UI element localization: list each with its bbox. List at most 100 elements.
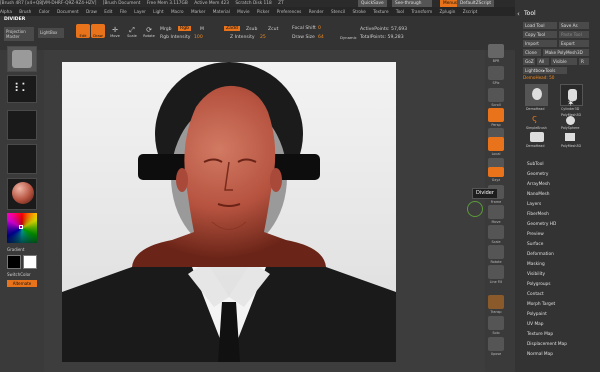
draw-button[interactable]: Draw (91, 24, 105, 38)
menu-item[interactable]: Color (39, 9, 50, 14)
gxyz-button[interactable] (488, 167, 504, 177)
projection-master-button[interactable]: Projection Master (4, 27, 34, 41)
menu-item[interactable]: File (120, 9, 127, 14)
secondary-color-swatch[interactable] (23, 255, 37, 269)
make-polymesh-button[interactable]: Make PolyMesh3D (543, 49, 589, 56)
texture-slot[interactable] (7, 144, 37, 174)
section-deformation[interactable]: Deformation (527, 252, 554, 257)
tool-panel-title[interactable]: Tool (524, 10, 536, 17)
section-polygroups[interactable]: Polygroups (527, 282, 551, 287)
menu-item[interactable]: Edit (104, 9, 112, 14)
section-geometry-hd[interactable]: Geometry HD (527, 222, 556, 227)
section-geometry[interactable]: Geometry (527, 172, 548, 177)
demohead-small-icon[interactable] (530, 132, 544, 142)
zadd-toggle[interactable]: Zadd (224, 26, 240, 31)
move-button[interactable]: ✛ Move (108, 26, 122, 40)
switch-color-button[interactable]: SwitchColor (7, 272, 31, 277)
scroll-button[interactable] (488, 88, 504, 102)
see-through-slider[interactable]: See-through (392, 0, 432, 7)
gradient-label[interactable]: Gradient (7, 247, 24, 252)
spix-button[interactable] (488, 66, 504, 80)
solo-button[interactable] (488, 316, 504, 330)
section-contact[interactable]: Contact (527, 292, 544, 297)
section-polypaint[interactable]: Polypaint (527, 312, 547, 317)
section-displacement-map[interactable]: Displacement Map (527, 342, 567, 347)
section-preview[interactable]: Preview (527, 232, 544, 237)
section-masking[interactable]: Masking (527, 262, 545, 267)
paste-tool-button[interactable]: Paste Tool (559, 31, 589, 38)
local-button[interactable] (488, 137, 504, 151)
menu-item[interactable]: Stroke (353, 9, 366, 14)
alpha-slot[interactable] (7, 110, 37, 140)
transp-button[interactable] (488, 295, 504, 309)
dynamic-toggle[interactable]: Dynamic (340, 35, 357, 40)
default-script-button[interactable]: DefaultZScript (457, 0, 495, 7)
menu-item[interactable]: Marker (191, 9, 205, 14)
menu-item[interactable]: Transform (411, 9, 432, 14)
menu-item[interactable]: Layer (134, 9, 146, 14)
save-as-button[interactable]: Save As (559, 22, 589, 29)
scale-view-button[interactable] (488, 225, 504, 239)
menu-item[interactable]: Macro (171, 9, 184, 14)
edit-button[interactable]: Edit (76, 24, 90, 38)
menu-item[interactable]: Draw (86, 9, 97, 14)
section-arraymesh[interactable]: ArrayMesh (527, 182, 550, 187)
section-subtool[interactable]: SubTool (527, 162, 544, 167)
rgb-toggle[interactable]: Rgb (178, 26, 192, 31)
section-uv-map[interactable]: UV Map (527, 322, 544, 327)
menu-item[interactable]: Light (153, 9, 163, 14)
xpose-button[interactable] (488, 337, 504, 351)
color-picker[interactable] (7, 213, 37, 243)
section-fibermesh[interactable]: FiberMesh (527, 212, 549, 217)
load-tool-button[interactable]: Load Tool (523, 22, 557, 29)
section-morph-target[interactable]: Morph Target (527, 302, 555, 307)
rotate-view-button[interactable] (488, 245, 504, 259)
section-texture-map[interactable]: Texture Map (527, 332, 553, 337)
menu-item[interactable]: Texture (373, 9, 388, 14)
z-intensity-value[interactable]: 25 (260, 35, 266, 40)
menu-item[interactable]: Zplugin (440, 9, 456, 14)
visible-button[interactable]: Visible (551, 58, 577, 65)
goz-button[interactable]: GoZ (523, 58, 535, 65)
menu-item[interactable]: Brush (19, 9, 31, 14)
section-visibility[interactable]: Visibility (527, 272, 545, 277)
draw-size-value[interactable]: 64 (318, 35, 324, 40)
tool-thumb-demohead[interactable] (525, 84, 548, 106)
menu-item[interactable]: Material (213, 9, 230, 14)
menu-item[interactable]: Stencil (331, 9, 345, 14)
lightbox-tools-button[interactable]: Lightbox▸Tools (523, 67, 567, 74)
bpr-button[interactable] (488, 44, 504, 58)
menu-item[interactable]: Render (309, 9, 324, 14)
focal-shift-value[interactable]: 0 (318, 26, 321, 31)
stroke-slot[interactable]: ⠇⠅ (7, 75, 37, 103)
polysphere-icon[interactable] (566, 116, 575, 125)
main-color-swatch[interactable] (7, 255, 21, 269)
polymesh-small-icon[interactable] (565, 133, 575, 141)
section-normal-map[interactable]: Normal Map (527, 352, 553, 357)
section-nanomesh[interactable]: NanoMesh (527, 192, 550, 197)
section-surface[interactable]: Surface (527, 242, 543, 247)
m-toggle[interactable]: M (200, 27, 204, 32)
lightbox-button[interactable]: LightBox (38, 28, 64, 38)
linefill-button[interactable] (488, 265, 504, 279)
import-button[interactable]: Import (523, 40, 557, 47)
menu-item[interactable]: Preferences (277, 9, 302, 14)
move-view-button[interactable] (488, 205, 504, 219)
brush-slot[interactable] (7, 46, 37, 72)
scale-button[interactable]: ⤢ Scale (125, 26, 139, 40)
document-canvas[interactable] (62, 62, 396, 362)
persp-button[interactable] (488, 108, 504, 122)
section-layers[interactable]: Layers (527, 202, 541, 207)
r-button[interactable]: R (579, 58, 589, 65)
material-slot[interactable] (7, 178, 37, 210)
copy-tool-button[interactable]: Copy Tool (523, 31, 557, 38)
clone-button[interactable]: Clone (523, 49, 541, 56)
menu-item[interactable]: Zscript (463, 9, 478, 14)
menu-item[interactable]: Picker (257, 9, 269, 14)
menu-item[interactable]: Movie (237, 9, 249, 14)
menu-item[interactable]: Alpha (0, 9, 12, 14)
menu-item[interactable]: Document (57, 9, 79, 14)
mrgb-toggle[interactable]: Mrgb (160, 27, 172, 32)
quicksave-button[interactable]: QuickSave (358, 0, 387, 7)
simplebrush-icon[interactable]: ς (532, 114, 537, 124)
